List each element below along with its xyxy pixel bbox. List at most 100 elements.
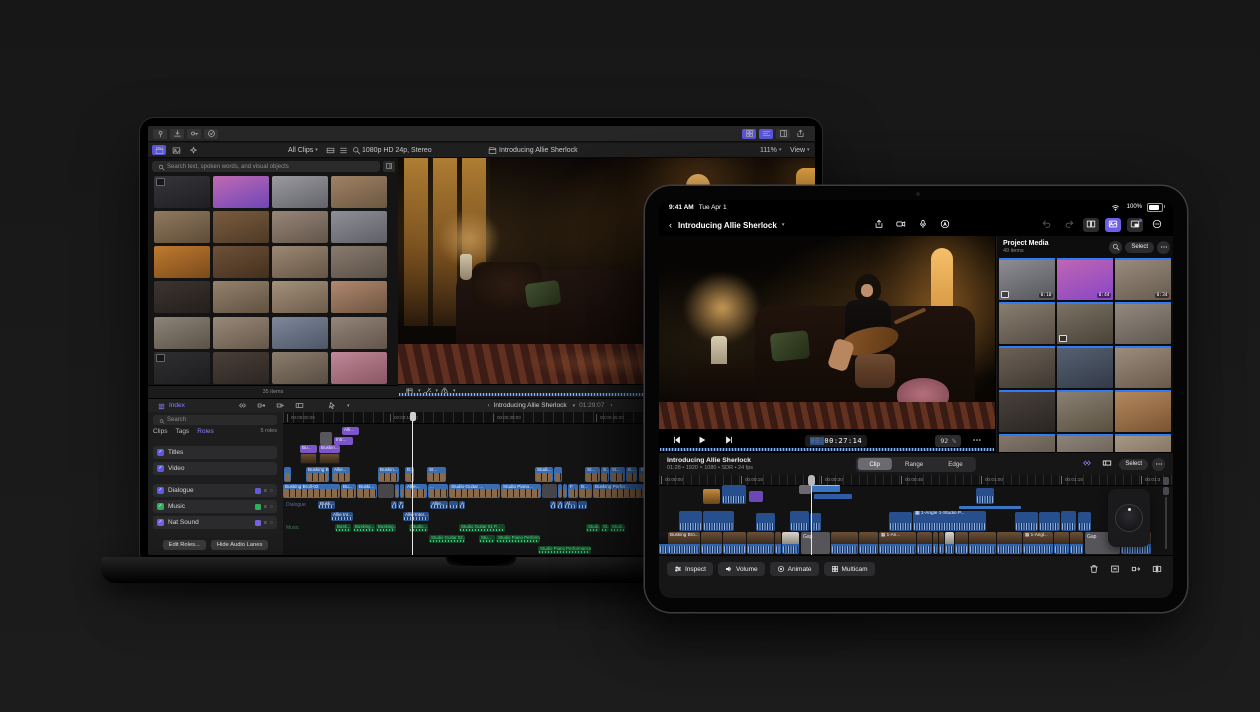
timeline-clip[interactable] <box>747 532 774 554</box>
timeline-clip[interactable]: B... <box>626 467 637 482</box>
media-thumbnail[interactable] <box>1115 434 1171 452</box>
role-checkbox[interactable]: ✓ <box>157 449 164 456</box>
timeline-clip[interactable] <box>320 432 332 445</box>
browser-thumbnail[interactable] <box>272 246 328 278</box>
role-checkbox[interactable]: ✓ <box>157 487 164 494</box>
index-tab-roles[interactable]: Roles <box>197 428 214 435</box>
index-tab-tags[interactable]: Tags <box>175 428 189 435</box>
media-thumbnail[interactable]: 0:34 <box>1115 258 1171 300</box>
viewer-zoom-dropdown[interactable]: 111%▾ <box>760 143 781 157</box>
viewer-more-button[interactable] <box>969 434 985 448</box>
timeline-clip[interactable]: S... <box>601 467 609 482</box>
pencil-tools-icon[interactable] <box>937 218 953 232</box>
browser-thumbnail[interactable] <box>213 352 269 384</box>
timeline-clip[interactable]: B... <box>579 484 592 498</box>
camera-icon[interactable] <box>893 218 909 232</box>
timeline-clip[interactable]: ▦ 1-Angl... <box>1023 532 1053 554</box>
timeline-clip[interactable]: Alli... <box>342 427 359 435</box>
browser-thumbnail[interactable] <box>331 176 387 208</box>
browser-thumbnail[interactable] <box>272 176 328 208</box>
timeline-clip[interactable] <box>395 484 399 498</box>
hide-audio-lanes-button[interactable]: Hide Audio Lanes <box>211 540 268 550</box>
timeline-clip[interactable]: Studio Guitar 02... <box>429 535 465 543</box>
browser-thumbnail[interactable] <box>154 352 210 384</box>
browser-search-icon[interactable] <box>352 146 361 155</box>
browser-thumbnail[interactable] <box>331 246 387 278</box>
timeline-clip[interactable] <box>945 532 954 554</box>
timeline-clip[interactable]: Bu... <box>300 445 317 453</box>
timeline-clip[interactable]: Busk... <box>318 501 335 509</box>
browser-thumbnail[interactable] <box>272 352 328 384</box>
timeline-clip[interactable]: Buski... <box>357 484 377 498</box>
timeline-clip[interactable] <box>955 532 968 554</box>
media-thumbnail[interactable] <box>1057 302 1113 344</box>
browser-thumbnail[interactable] <box>154 176 210 208</box>
role-lanes-icon[interactable]: ≡ <box>264 504 267 510</box>
timeline-clip[interactable] <box>976 488 994 504</box>
media-thumbnail[interactable] <box>999 434 1055 452</box>
mode-range[interactable]: Range <box>893 458 935 470</box>
browser-thumbnail[interactable] <box>213 281 269 313</box>
timeline-clip[interactable] <box>558 484 562 498</box>
index-search-field[interactable]: Search <box>153 415 277 425</box>
browser-toggle-button[interactable] <box>742 129 756 139</box>
export-icon[interactable] <box>871 218 887 232</box>
browser-thumbnail[interactable] <box>154 317 210 349</box>
role-checkbox[interactable]: ✓ <box>157 503 164 510</box>
timeline-clip[interactable] <box>1078 512 1091 531</box>
undo-icon[interactable] <box>1039 218 1055 232</box>
timeline-clip[interactable]: Allie... <box>405 484 427 498</box>
timeline-clip[interactable]: ... <box>428 484 448 498</box>
timeline-clip[interactable]: Allie Inter... <box>403 512 429 521</box>
timeline-clip[interactable]: Busking Bro... <box>668 532 700 554</box>
timeline-clip[interactable]: Studio-Guitar ... <box>449 484 500 498</box>
media-browser-icon[interactable] <box>1105 218 1121 232</box>
timeline-clip[interactable]: Allie... <box>332 467 350 482</box>
mode-clip[interactable]: Clip <box>857 458 892 470</box>
index-button[interactable]: Index <box>156 399 185 412</box>
timeline-toggle-button[interactable] <box>759 129 773 139</box>
timeline-clip[interactable] <box>799 485 811 494</box>
ipad-playhead[interactable] <box>811 475 812 555</box>
timeline-clip[interactable]: A <box>550 501 556 509</box>
timeline-clip[interactable]: Studio Piano Performance <box>496 535 540 543</box>
timeline-clip[interactable] <box>959 506 1021 509</box>
play-button[interactable] <box>693 434 713 448</box>
timeline-clip[interactable] <box>889 512 912 531</box>
timeline-clip[interactable] <box>756 513 775 531</box>
timeline-clip[interactable]: Busking... <box>353 524 375 532</box>
timeline-clip[interactable] <box>578 501 587 509</box>
timeline-clip[interactable]: Studio Piano... <box>501 484 541 498</box>
insert-icon[interactable] <box>1128 562 1144 576</box>
timeline-clip[interactable]: Busking B... <box>306 467 329 482</box>
timeline-clip[interactable] <box>775 532 781 554</box>
timeline-clip[interactable] <box>400 484 404 498</box>
gap-clip[interactable]: Gap <box>801 532 830 554</box>
timeline-clip[interactable]: St... <box>585 467 600 482</box>
media-thumbnail[interactable] <box>1115 302 1171 344</box>
timeline-clip[interactable]: Studi... <box>535 467 553 482</box>
timeline-clip[interactable]: ▦ 1-An... <box>879 532 916 554</box>
media-select-button[interactable]: Select <box>1125 242 1154 253</box>
viewer-view-dropdown[interactable]: View▾ <box>790 143 810 157</box>
share-button[interactable] <box>793 129 807 139</box>
timeline-clip[interactable] <box>1054 532 1069 554</box>
media-thumbnail[interactable] <box>999 302 1055 344</box>
timeline-clip[interactable] <box>300 453 317 464</box>
trash-icon[interactable] <box>1086 562 1102 576</box>
timeline-clip[interactable] <box>933 532 938 554</box>
browser-thumbnail[interactable] <box>154 246 210 278</box>
connect-clip-icon[interactable] <box>1079 457 1095 471</box>
timeline-clip[interactable] <box>284 467 291 482</box>
animate-button[interactable]: Animate <box>770 562 819 576</box>
browser-thumbnail[interactable] <box>331 352 387 384</box>
browser-thumbnail[interactable] <box>213 246 269 278</box>
timeline-clip[interactable] <box>749 491 763 502</box>
timeline-clip[interactable] <box>1070 532 1083 554</box>
clip-height-slider[interactable] <box>1162 477 1170 553</box>
timeline-clip[interactable] <box>831 532 858 554</box>
browser-search-field[interactable]: Search text, spoken words, and visual ob… <box>152 161 380 172</box>
timeline-clip[interactable]: A <box>391 501 397 509</box>
timeline-clip[interactable] <box>859 532 878 554</box>
media-thumbnail[interactable] <box>1115 390 1171 432</box>
